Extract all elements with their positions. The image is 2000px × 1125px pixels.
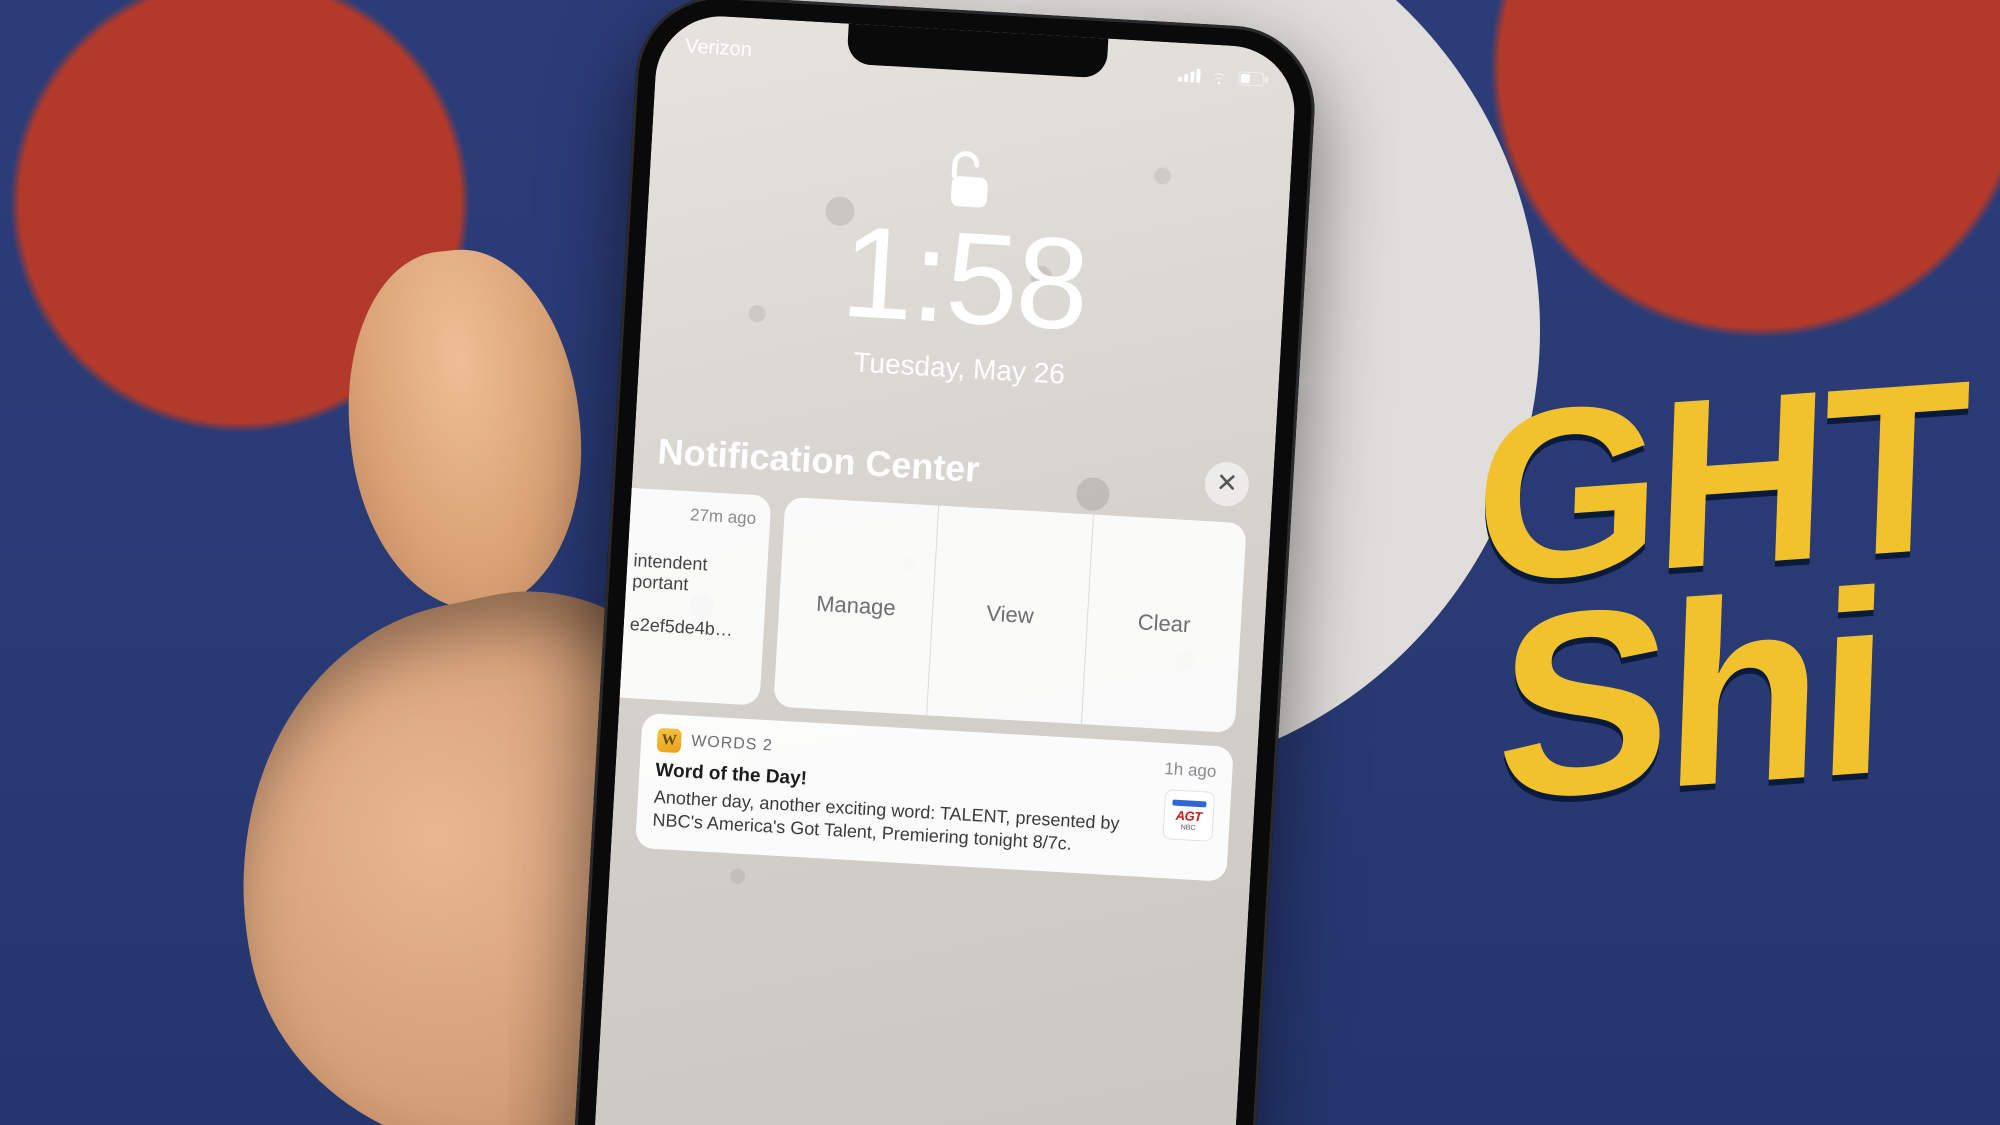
manage-button[interactable]: Manage [773,497,938,715]
swiped-notification-row: 27m ago intendent portant e2ef5de4b… Man… [620,488,1247,733]
swiped-notification-card[interactable]: 27m ago intendent portant e2ef5de4b… [620,488,772,706]
phone-chassis: Verizon [561,0,1319,1125]
unlock-icon [944,148,995,213]
clear-button[interactable]: Clear [1081,514,1247,733]
poster-lettering: GHTShi [1465,362,1967,823]
notification-attachment-thumbnail: AGT NBC [1162,789,1215,842]
notification-timestamp: 1h ago [1164,759,1217,782]
lockscreen-time: 1:58 [641,194,1287,361]
notification-actions: Manage View Clear [773,497,1246,733]
notification-timestamp: 27m ago [689,505,756,529]
notification-card[interactable]: W WORDS 2 1h ago Word of the Day! Anothe… [635,713,1234,882]
close-icon [1216,471,1237,497]
app-icon: W [657,728,682,753]
photo-background: GHTShi Verizon [0,0,2000,1125]
attachment-broadcaster: NBC [1180,824,1195,832]
cellular-signal-icon [1178,68,1201,83]
attachment-logo-text: AGT [1175,808,1202,822]
notification-center-title: Notification Center [657,430,981,490]
wifi-icon [1208,68,1231,85]
clear-all-button[interactable] [1204,461,1250,507]
battery-icon [1238,71,1269,87]
phone-screen[interactable]: Verizon [582,13,1298,1125]
app-name-label: WORDS 2 [691,733,774,756]
view-button[interactable]: View [926,506,1092,725]
carrier-label: Verizon [685,35,753,62]
